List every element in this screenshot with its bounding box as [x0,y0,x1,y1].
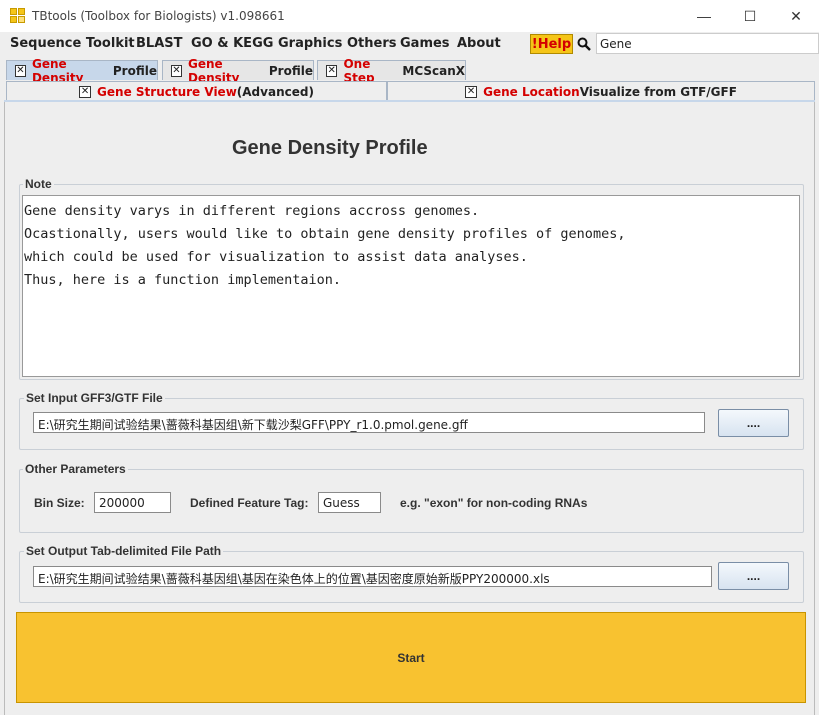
note-label: Note [23,177,54,191]
input-file-field[interactable]: E:\研究生期间试验结果\蔷薇科基因组\新下载沙梨GFF\PPY_r1.0.pm… [33,412,705,433]
tab-close-icon[interactable]: ✕ [171,64,182,77]
parameters-label: Other Parameters [23,462,128,476]
output-file-field[interactable]: E:\研究生期间试验结果\蔷薇科基因组\基因在染色体上的位置\基因密度原始新版P… [33,566,712,587]
tab-gene-structure-view[interactable]: ✕ Gene Structure View (Advanced) [6,81,387,101]
menu-go-kegg[interactable]: GO & KEGG [191,36,273,51]
minimize-button[interactable]: — [681,0,727,32]
menu-graphics[interactable]: Graphics [278,36,342,51]
tab-close-icon[interactable]: ✕ [79,85,92,98]
start-button[interactable]: Start [16,612,806,703]
menu-others[interactable]: Others [347,36,397,51]
tab-gene-location[interactable]: ✕ Gene Location Visualize from GTF/GFF [387,81,815,101]
tab-close-icon[interactable]: ✕ [326,64,338,77]
window-title: TBtools (Toolbox for Biologists) v1.0986… [32,9,285,23]
menu-sequence-toolkit[interactable]: Sequence Toolkit [10,36,135,51]
output-file-label: Set Output Tab-delimited File Path [24,544,224,558]
input-file-label: Set Input GFF3/GTF File [24,391,165,405]
tab-one-step-mcscanx[interactable]: ✕ One Step MCScanX [317,57,466,85]
page-title: Gene Density Profile [232,137,428,159]
close-window-button[interactable]: ✕ [773,0,819,32]
maximize-button[interactable]: ☐ [727,0,773,32]
browse-output-button[interactable]: .... [718,562,789,590]
help-button[interactable]: !Help [530,34,573,54]
feature-tag-label: Defined Feature Tag: [190,496,309,510]
tab-gene-density-profile-2[interactable]: ✕ Gene Density Profile [162,57,314,85]
browse-input-button[interactable]: .... [718,409,789,437]
note-textarea[interactable]: Gene density varys in different regions … [22,195,800,377]
tbtools-logo-icon [10,8,26,24]
feature-tag-hint: e.g. "exon" for non-coding RNAs [400,496,588,510]
menu-games[interactable]: Games [400,36,450,51]
bin-size-input[interactable]: 200000 [94,492,171,513]
tab-close-icon[interactable]: ✕ [465,85,478,98]
tab-gene-density-profile-1[interactable]: ✕ Gene Density Profile [6,57,158,85]
search-input[interactable] [596,33,819,54]
menu-blast[interactable]: BLAST [136,36,182,51]
bin-size-label: Bin Size: [34,496,85,510]
menu-about[interactable]: About [457,36,501,51]
tab-close-icon[interactable]: ✕ [15,64,26,77]
feature-tag-input[interactable]: Guess [318,492,381,513]
title-bar: TBtools (Toolbox for Biologists) v1.0986… [0,0,819,32]
search-icon[interactable] [577,37,591,51]
